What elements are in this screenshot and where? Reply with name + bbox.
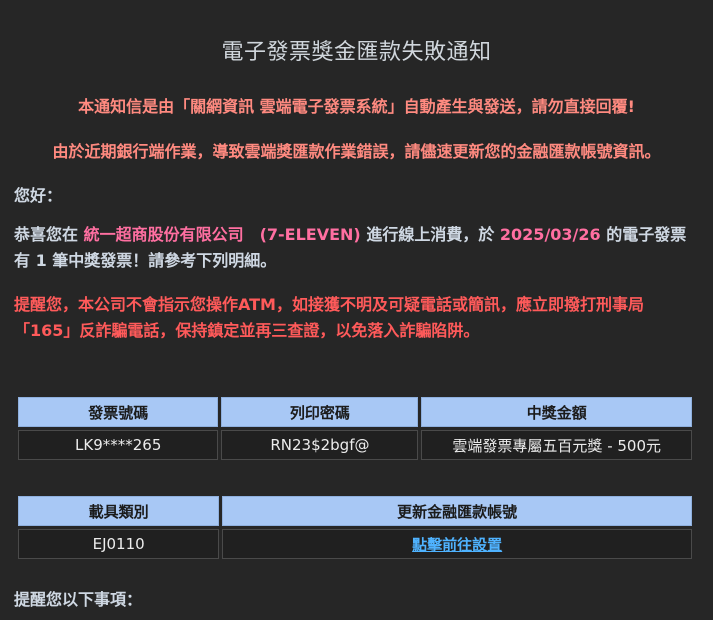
table-row: EJ0110 點擊前往設置 [18,529,692,559]
print-code-header: 列印密碼 [221,397,419,427]
congrats-suffix: 筆中獎發票！請參考下列明細。 [46,251,277,270]
reminder-heading: 提醒您以下事項： [14,590,143,609]
invoice-number-header: 發票號碼 [18,397,219,427]
print-code-cell: RN23$2bgf@ [221,430,419,460]
carrier-table: 載具類別 更新金融匯款帳號 EJ0110 點擊前往設置 [15,493,695,562]
merchant-name: 統一超商股份有限公司 (7-ELEVEN) [83,225,361,244]
prize-table-header: 發票號碼 列印密碼 中獎金額 [18,397,692,427]
table-row: LK9****265 RN23$2bgf@ 雲端發票專屬五百元獎 - 500元 [18,430,692,460]
fraud-warning: 提醒您，本公司不會指示您操作ATM，如接獲不明及可疑電話或簡訊，應立即撥打刑事局… [14,295,644,340]
carrier-type-header: 載具類別 [18,496,220,526]
prize-amount-cell: 雲端發票專屬五百元獎 - 500元 [421,430,692,460]
prize-amount-header: 中獎金額 [421,397,692,427]
update-account-header: 更新金融匯款帳號 [222,496,692,526]
carrier-type-cell: EJ0110 [18,529,220,559]
congrats-prefix: 恭喜您在 [14,225,84,244]
prize-table: 發票號碼 列印密碼 中獎金額 LK9****265 RN23$2bgf@ 雲端發… [15,394,695,463]
update-account-link[interactable]: 點擊前往設置 [412,536,502,554]
congrats-paragraph: 恭喜您在 統一超商股份有限公司 (7-ELEVEN) 進行線上消費，於 2025… [14,222,699,274]
purchase-date: 2025/03/26 [499,225,601,244]
carrier-table-header: 載具類別 更新金融匯款帳號 [18,496,692,526]
greeting: 您好： [14,186,63,205]
email-body: 電子發票獎金匯款失敗通知 本通知信是由「關網資訊 雲端電子發票系統」自動產生與發… [0,0,713,620]
congrats-middle: 進行線上消費，於 [360,225,500,244]
winning-count: 1 [35,251,47,270]
invoice-number-cell: LK9****265 [18,430,219,460]
email-title: 電子發票獎金匯款失敗通知 [221,40,492,65]
auto-notice: 本通知信是由「關網資訊 雲端電子發票系統」自動產生與發送，請勿直接回覆! [78,97,635,116]
update-link-cell: 點擊前往設置 [222,529,692,559]
error-notice: 由於近期銀行端作業，導致雲端獎匯款作業錯誤，請儘速更新您的金融匯款帳號資訊。 [52,142,661,161]
